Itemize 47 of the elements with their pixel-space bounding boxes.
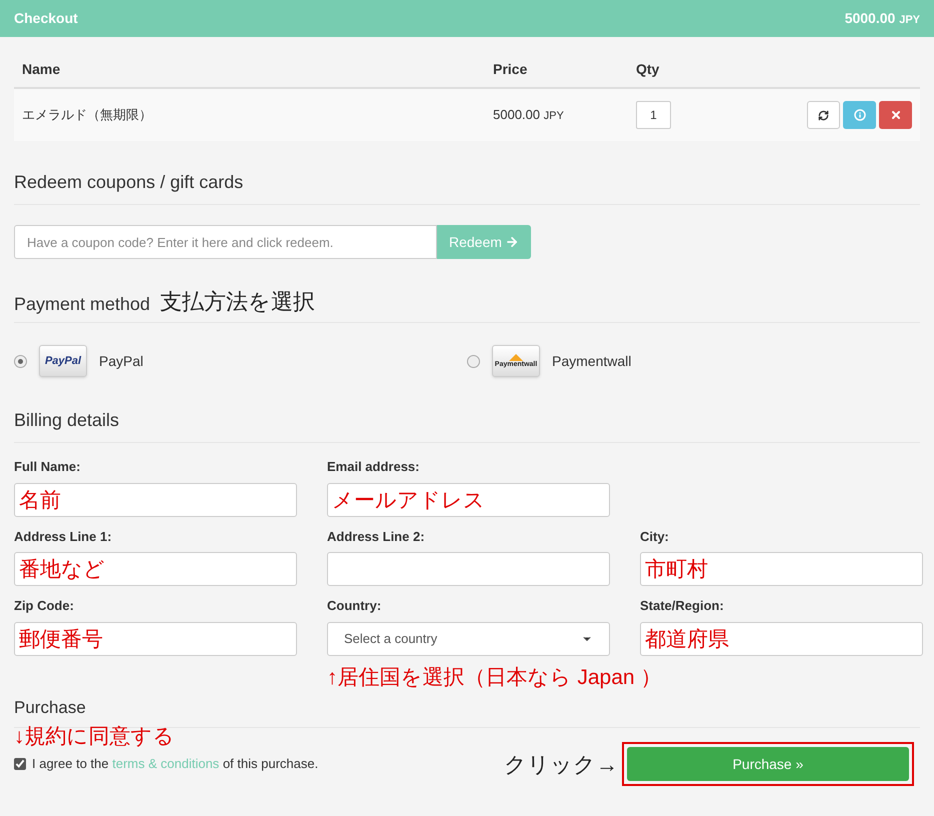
refresh-button[interactable] [807, 101, 840, 129]
text-field[interactable]: 郵便番号 [14, 622, 297, 656]
text-field[interactable]: メールアドレス [327, 482, 610, 516]
column-header: Price [493, 60, 528, 78]
text-field[interactable]: 名前 [14, 482, 297, 516]
payment-label: PayPal [99, 352, 144, 371]
info-icon [854, 109, 866, 121]
payment-option[interactable]: PayPal PayPal [14, 345, 467, 377]
quantity-field[interactable]: 1 [636, 101, 671, 129]
column-header: Qty [636, 60, 660, 79]
field-label: Full Name: [14, 458, 82, 476]
annotation-text: クリック→ [504, 750, 618, 778]
text-field[interactable] [327, 552, 610, 586]
field-label: Email address: [327, 458, 420, 476]
column-header: Name [21, 60, 62, 78]
payment-label: Paymentwall [552, 352, 632, 371]
refresh-icon [818, 110, 829, 120]
radio-button[interactable] [14, 354, 27, 368]
field-label: Address Line 1: [14, 528, 113, 546]
country-select[interactable]: Select a country [327, 622, 610, 656]
purchase-button[interactable]: Purchase » [627, 747, 909, 781]
close-icon [890, 109, 902, 121]
section-heading: Purchase [14, 698, 86, 717]
page-title: Checkout [14, 9, 78, 28]
section-heading: Redeem coupons / gift cards [14, 172, 244, 192]
field-label: Country: [327, 597, 382, 615]
section-heading: Payment method [14, 293, 150, 316]
paypal-logo: PayPal [39, 345, 87, 377]
cart-total: 5000.00 JPY [844, 9, 920, 28]
remove-button[interactable] [879, 101, 912, 129]
field-label: Zip Code: [14, 597, 75, 615]
annotation-text: ↓規約に同意する [14, 724, 176, 750]
field-label: City: [640, 528, 670, 546]
text-field[interactable]: 都道府県 [640, 622, 923, 656]
field-label: State/Region: [640, 597, 725, 615]
annotation-text: 支払方法を選択 [160, 288, 316, 316]
field-label: Address Line 2: [327, 528, 426, 546]
text-field[interactable]: 番地など [14, 552, 297, 586]
coupon-field[interactable]: Have a coupon code? Enter it here and click redeem. [14, 225, 437, 259]
text-field[interactable]: 市町村 [640, 552, 923, 586]
agree-text: I agree to the terms & conditions of this purchase. [32, 755, 318, 773]
radio-button[interactable] [467, 354, 480, 368]
section-heading: Billing details [14, 410, 120, 430]
product-name: エメラルド（無期限） [21, 106, 153, 124]
agree-checkbox[interactable] [14, 758, 26, 770]
annotation-text: ↑居住国を選択（日本なら Japan ） [327, 666, 662, 688]
product-price: 5000.00 JPY [493, 106, 565, 124]
